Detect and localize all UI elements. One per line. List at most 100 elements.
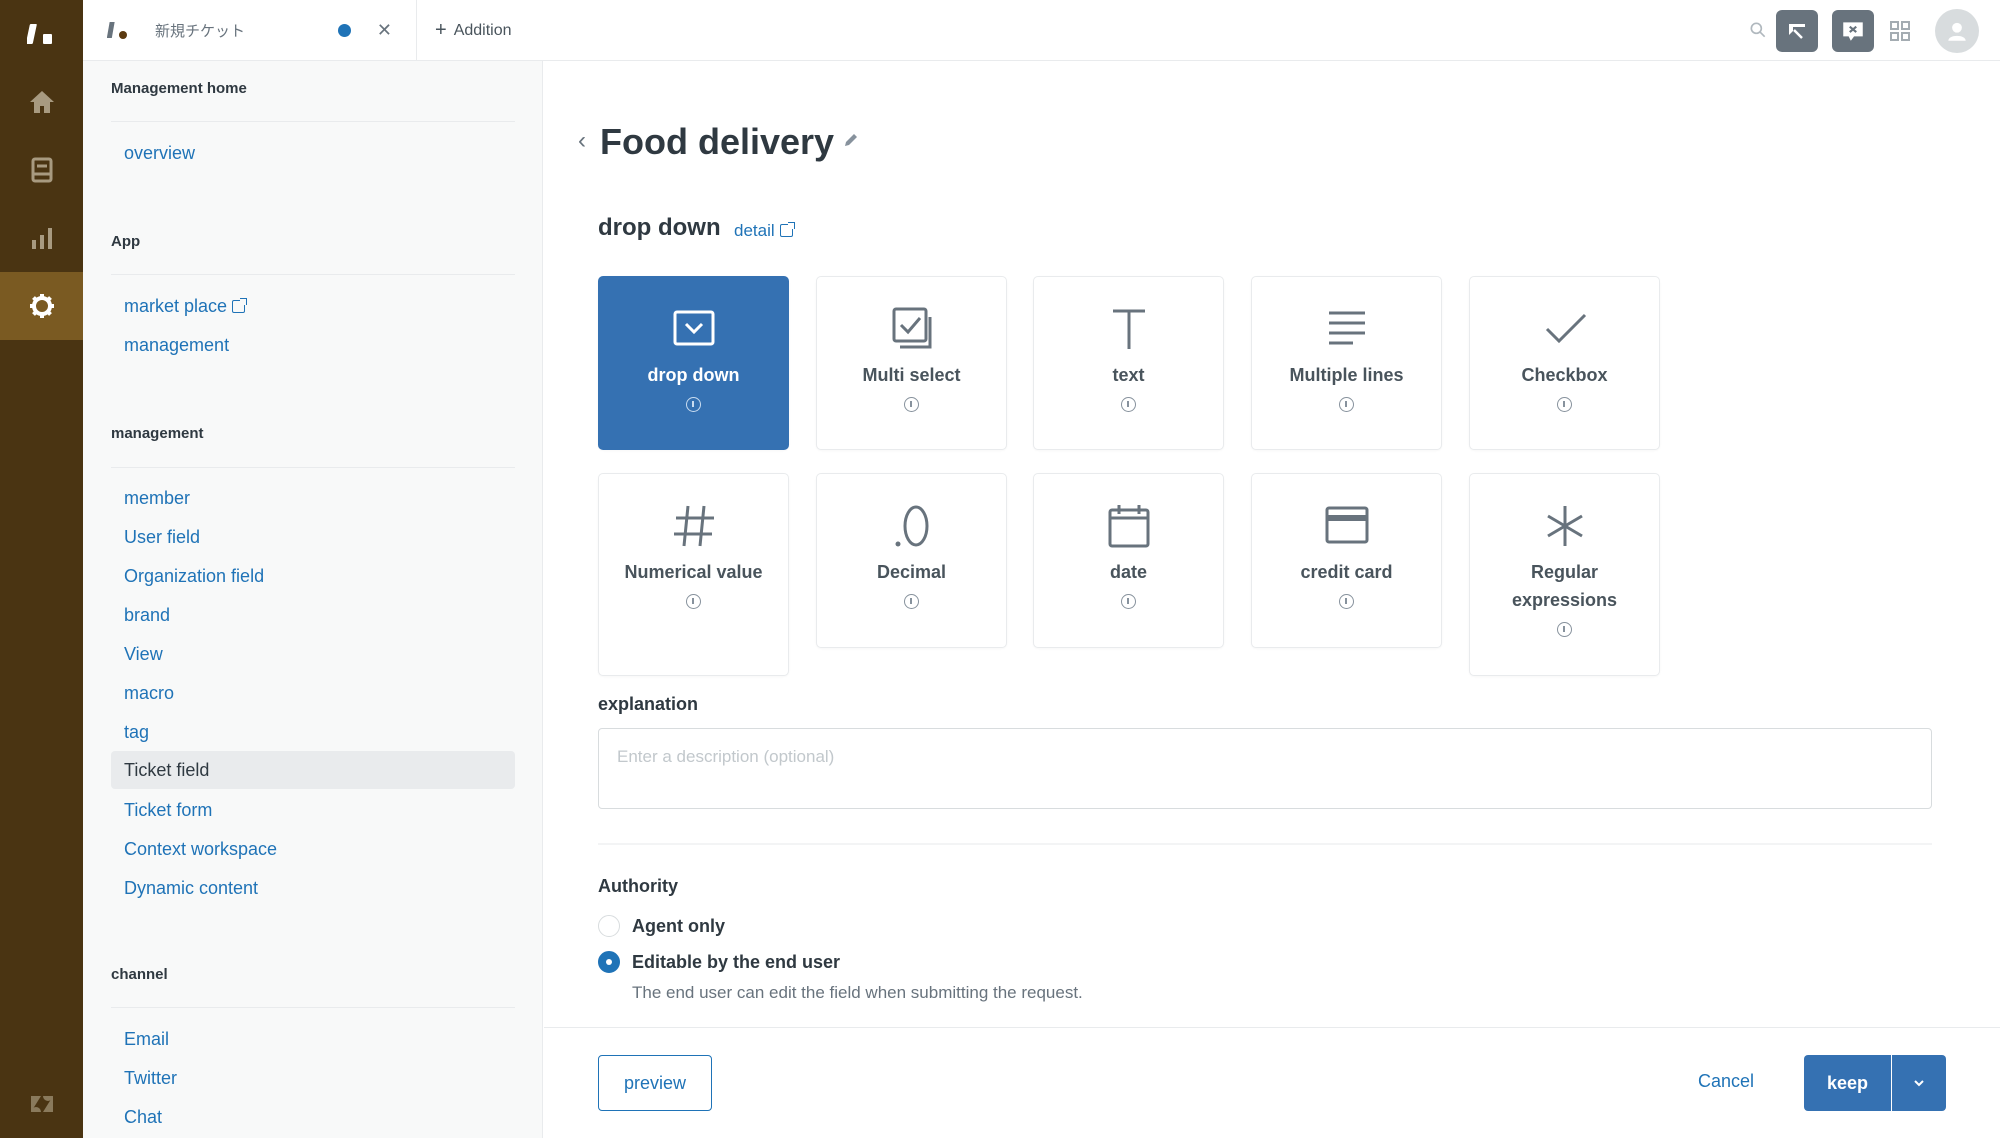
search-icon [1750,22,1766,38]
radio-button-selected[interactable] [598,951,620,973]
info-icon[interactable] [1121,594,1136,609]
field-type-card-multiple-lines[interactable]: Multiple lines [1251,276,1442,450]
calendar-icon [1108,505,1149,548]
field-type-heading: drop down [598,214,721,241]
external-link-icon [232,298,248,313]
sidebar-item-chat[interactable]: Chat [124,1107,162,1128]
tab-title: 新規チケット [155,23,246,40]
info-icon[interactable] [1557,397,1572,412]
sidebar-item-ticket-form[interactable]: Ticket form [124,800,212,821]
sidebar-item-label: Ticket field [124,760,210,780]
sidebar-item-email[interactable]: Email [124,1029,169,1050]
plus-icon: + [435,19,447,41]
field-type-label: date [1109,562,1147,582]
field-type-label: drop down [647,365,740,385]
info-icon[interactable] [1557,622,1572,637]
sidebar-item-twitter[interactable]: Twitter [124,1068,177,1089]
sidebar-item-marketplace[interactable]: market place [124,296,248,317]
explanation-label: explanation [598,694,699,714]
sidebar-item-tag[interactable]: tag [124,722,149,743]
field-type-card-regular-expressions[interactable]: Regular expressions [1469,473,1660,676]
keep-options-button[interactable] [1892,1055,1946,1111]
field-type-label: Multi select [862,365,961,385]
field-type-card-text[interactable]: text [1033,276,1224,450]
main-content: ‹ Food delivery drop down detail drop do… [544,61,2000,1138]
field-type-label: Multiple lines [1289,365,1404,385]
field-type-card-multi-select[interactable]: Multi select [816,276,1007,450]
ticket-tab-logo-icon [107,21,127,39]
zendesk-logo-icon [30,1096,53,1112]
field-type-label: Regular expressions [1511,562,1618,610]
zendesk-home-link[interactable] [0,1070,83,1138]
edit-pencil-icon[interactable] [842,131,860,149]
chat-button[interactable] [1832,10,1874,52]
rail-item-reporting[interactable] [0,204,83,272]
info-icon[interactable] [904,594,919,609]
dropdown-icon [673,310,714,346]
field-type-label: text [1112,365,1145,385]
radio-editable-by-end-user[interactable]: Editable by the end user [598,951,840,973]
detail-link[interactable]: detail [734,221,795,241]
field-type-card-decimal[interactable]: Decimal [816,473,1007,648]
sidebar-item-app-management[interactable]: management [124,335,229,356]
field-type-card-credit-card[interactable]: credit card [1251,473,1442,648]
radio-agent-only[interactable]: Agent only [598,915,725,937]
external-link-icon [779,222,795,237]
user-avatar-icon [1948,22,1966,41]
bar-chart-icon [31,228,52,249]
add-tab-button[interactable]: + Addition [435,0,512,61]
sidebar-item-label: market place [124,296,228,316]
field-type-card-numerical-value[interactable]: Numerical value [598,473,789,676]
radio-button[interactable] [598,915,620,937]
search-button[interactable] [1746,18,1770,42]
info-icon[interactable] [1121,397,1136,412]
sidebar-divider [111,467,515,468]
apps-grid-icon [1890,21,1910,41]
info-icon[interactable] [904,397,919,412]
info-icon[interactable] [1339,397,1354,412]
zendesk-support-logo-icon [26,24,52,44]
rail-item-tickets[interactable] [0,136,83,204]
field-type-card-checkbox[interactable]: Checkbox [1469,276,1660,450]
sidebar-item-organization-field[interactable]: Organization field [124,566,264,587]
info-icon[interactable] [686,594,701,609]
cancel-button[interactable]: Cancel [1698,1071,1754,1092]
preview-button[interactable]: preview [598,1055,712,1111]
back-chevron-icon[interactable]: ‹ [578,127,586,155]
sidebar-item-user-field[interactable]: User field [124,527,200,548]
sidebar-heading-management: management [111,425,204,442]
info-icon[interactable] [1339,594,1354,609]
sidebar-item-context-workspace[interactable]: Context workspace [124,839,277,860]
product-logo[interactable] [0,0,83,68]
apps-button[interactable] [1887,18,1913,44]
field-type-card-dropdown[interactable]: drop down [598,276,789,450]
gear-icon [29,294,54,318]
field-type-card-date[interactable]: date [1033,473,1224,648]
asterisk-icon [1546,506,1583,546]
sidebar-item-ticket-field[interactable]: Ticket field [111,751,515,789]
field-type-label: Numerical value [624,562,763,582]
sidebar-item-member[interactable]: member [124,488,190,509]
sidebar-item-dynamic-content[interactable]: Dynamic content [124,878,258,899]
close-tab-icon[interactable]: ✕ [377,20,392,41]
sidebar-item-view[interactable]: View [124,644,163,665]
sidebar-heading-management-home: Management home [111,80,247,97]
sidebar-item-overview[interactable]: overview [124,143,195,164]
conversations-icon [1789,24,1805,39]
sidebar-divider [111,121,515,122]
add-tab-label: Addition [453,21,512,39]
keep-button[interactable]: keep [1804,1055,1891,1111]
sidebar-divider [111,1007,515,1008]
conversations-button[interactable] [1776,10,1818,52]
section-divider [598,843,1932,845]
authority-label: Authority [598,876,678,896]
user-avatar[interactable] [1935,9,1979,53]
explanation-textarea[interactable] [598,728,1932,809]
rail-item-home[interactable] [0,68,83,136]
page-title: Food delivery [600,121,835,162]
ticket-tab[interactable]: 新規チケット ✕ [83,0,417,61]
rail-item-admin[interactable] [0,272,83,340]
sidebar-item-macro[interactable]: macro [124,683,174,704]
sidebar-item-brand[interactable]: brand [124,605,170,626]
info-icon[interactable] [686,397,701,412]
